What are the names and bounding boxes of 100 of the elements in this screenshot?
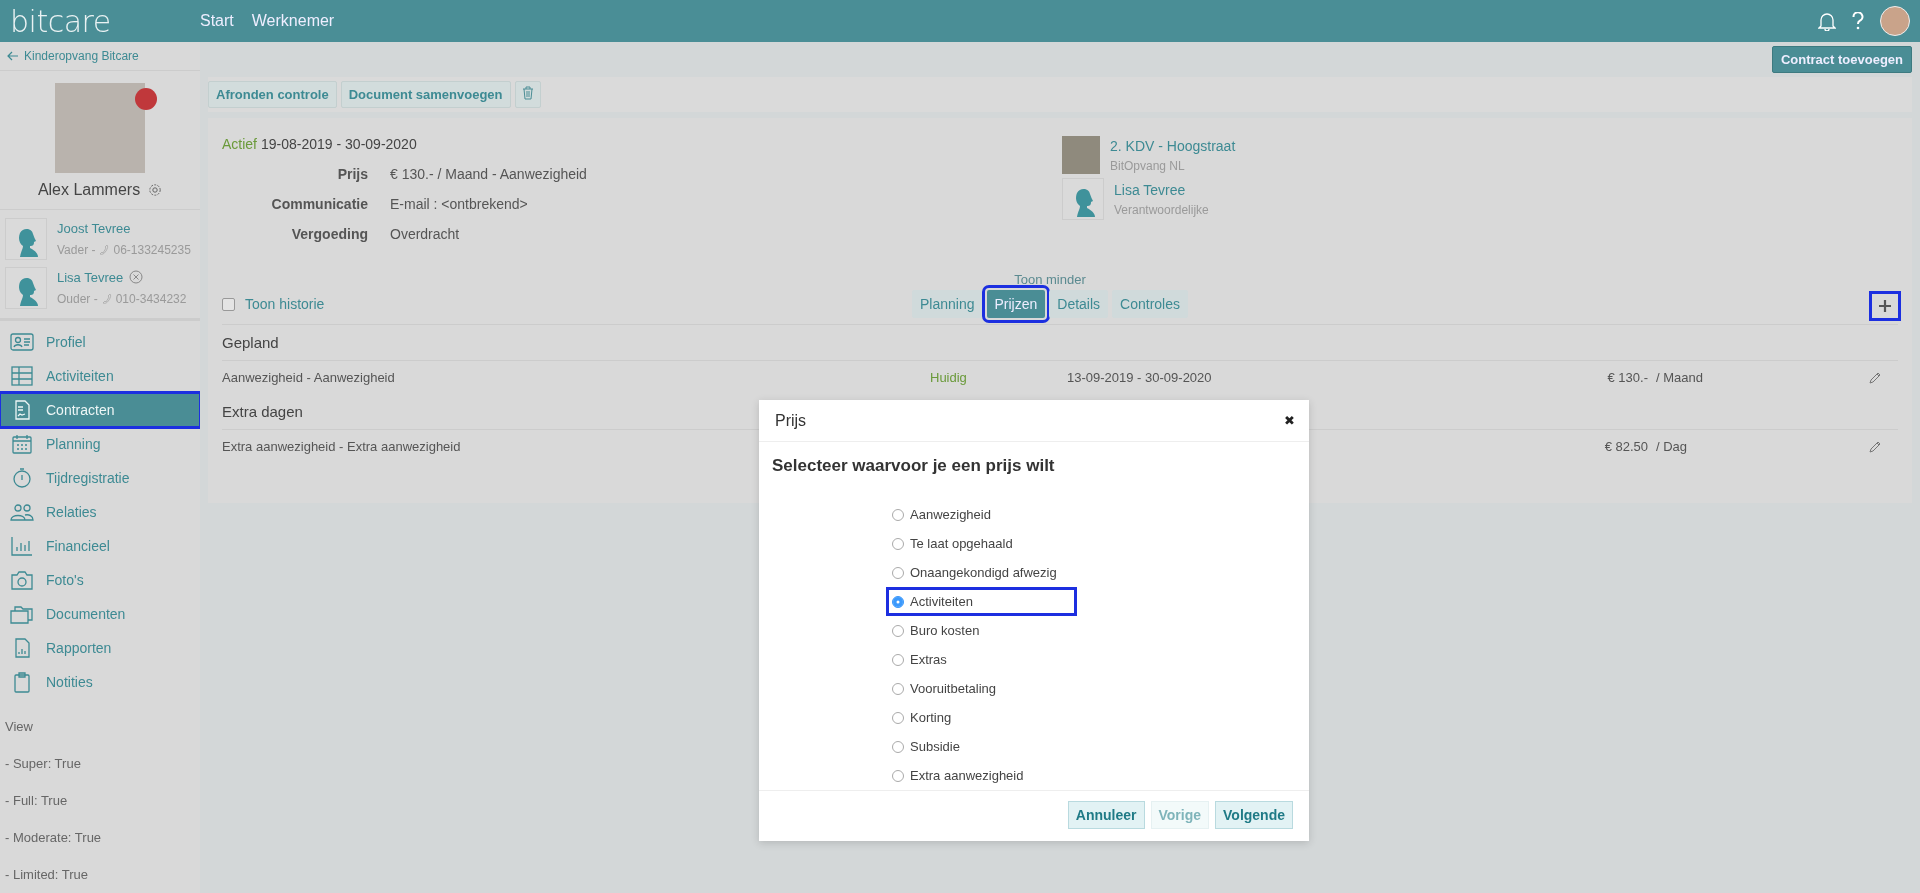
person-silhouette-icon: [1062, 178, 1104, 220]
dialog-heading: Selecteer waarvoor je een prijs wilt: [771, 455, 1056, 477]
history-label[interactable]: Toon historie: [245, 296, 325, 312]
tab[interactable]: Controles: [1112, 290, 1188, 318]
tab[interactable]: Details: [1049, 290, 1109, 318]
sidebar-item[interactable]: Relaties: [0, 495, 200, 529]
permission-line: - Moderate: True: [5, 830, 103, 847]
radio-option[interactable]: Extra aanwezigheid: [886, 761, 1077, 790]
dialog-button[interactable]: Annuleer: [1067, 801, 1145, 829]
radio-option[interactable]: Subsidie: [886, 732, 1077, 761]
permission-line: - Full: True: [5, 793, 69, 810]
show-less-link[interactable]: Toon minder: [1014, 272, 1086, 287]
price-period: 13-09-2019 - 30-09-2020: [1067, 370, 1212, 385]
sidebar-item[interactable]: Notities: [0, 665, 200, 699]
sidebar-item[interactable]: Planning: [0, 427, 200, 461]
field-label: Vergoeding: [290, 226, 368, 242]
bell-icon[interactable]: [1818, 11, 1836, 31]
radio-option[interactable]: Aanwezigheid: [886, 500, 1077, 529]
calendar-icon: [10, 433, 34, 455]
section-title: Gepland: [222, 325, 1898, 361]
add-button[interactable]: [1872, 294, 1898, 318]
price-unit: / Dag: [1655, 439, 1689, 454]
organisation-name: BitOpvang NL: [1110, 158, 1186, 173]
sidebar-item[interactable]: Tijdregistratie: [0, 461, 200, 495]
toolbar-button[interactable]: Document samenvoegen: [340, 81, 511, 108]
field-value: Overdracht: [390, 226, 461, 242]
contact-role: Verantwoordelijke: [1114, 202, 1209, 217]
profile-card-icon: [10, 331, 34, 353]
camera-icon: [10, 569, 34, 591]
contract-period: 19-08-2019 - 30-09-2020: [261, 136, 417, 152]
stopwatch-icon: [10, 467, 34, 489]
permission-line: - Limited: True: [5, 867, 90, 884]
bar-chart-icon: [10, 535, 34, 557]
sidebar-item[interactable]: Foto's: [0, 563, 200, 597]
phone-icon: [99, 244, 110, 255]
phone-number: 06-133245235: [113, 242, 191, 257]
remove-icon[interactable]: [129, 270, 144, 284]
sidebar-item[interactable]: Documenten: [0, 597, 200, 631]
relation-role: Ouder -: [57, 291, 98, 306]
back-link[interactable]: Kinderopvang Bitcare: [0, 42, 200, 71]
pencil-icon[interactable]: [1868, 370, 1882, 385]
plus-icon: [1878, 299, 1892, 313]
table-icon: [10, 365, 34, 387]
photo-placeholder: [1062, 136, 1100, 174]
tab[interactable]: Planning: [912, 290, 983, 318]
contract-status: Actief: [222, 136, 257, 152]
sidebar-item[interactable]: Rapporten: [0, 631, 200, 665]
people-icon: [10, 501, 34, 523]
price-unit: / Maand: [1655, 370, 1704, 385]
price-status: Huidig: [930, 370, 967, 385]
price-name: Extra aanwezigheid - Extra aanwezigheid: [222, 439, 462, 454]
child-name: Alex Lammers: [37, 181, 141, 199]
radio-option[interactable]: Activiteiten: [886, 587, 1077, 616]
view-title: View: [5, 719, 34, 736]
delete-button[interactable]: [514, 81, 541, 108]
price-amount: € 82.50: [1603, 439, 1648, 454]
user-avatar[interactable]: [1880, 6, 1910, 36]
nav-link[interactable]: Start: [200, 12, 234, 30]
trash-icon: [521, 86, 534, 100]
sidebar-item[interactable]: Contracten: [0, 393, 200, 427]
phone-icon: [101, 293, 112, 304]
settings-icon[interactable]: [148, 183, 163, 197]
sidebar-item[interactable]: Activiteiten: [0, 359, 200, 393]
radio-option[interactable]: Onaangekondigd afwezig: [886, 558, 1077, 587]
person-silhouette-icon: [5, 266, 47, 309]
field-value: E-mail : <ontbrekend>: [390, 196, 529, 212]
price-amount: € 130.-: [1606, 370, 1648, 385]
close-button[interactable]: ✖: [1282, 411, 1297, 430]
sidebar-item[interactable]: Profiel: [0, 325, 200, 359]
arrow-left-icon: [7, 51, 19, 61]
radio-option[interactable]: Extras: [886, 645, 1077, 674]
nav-link[interactable]: Werknemer: [251, 12, 335, 30]
folder-icon: [10, 603, 34, 625]
relation-name[interactable]: Joost Tevree: [57, 220, 131, 236]
price-name: Aanwezigheid - Aanwezigheid: [222, 370, 396, 385]
sidebar-item[interactable]: Financieel: [0, 529, 200, 563]
person-silhouette-icon: [5, 217, 47, 260]
pencil-icon[interactable]: [1868, 439, 1882, 454]
relation-role: Vader -: [57, 242, 96, 257]
logo[interactable]: bitcare: [10, 3, 200, 39]
help-icon[interactable]: [1852, 12, 1864, 30]
checkbox[interactable]: [222, 297, 235, 311]
dialog-button[interactable]: Volgende: [1215, 801, 1293, 829]
field-label: Communicatie: [270, 196, 368, 212]
permission-line: - Super: True: [5, 756, 82, 773]
radio-option[interactable]: Vooruitbetaling: [886, 674, 1077, 703]
dialog-title: Prijs: [775, 411, 807, 430]
radio-option[interactable]: Korting: [886, 703, 1077, 732]
radio-option[interactable]: Te laat opgehaald: [886, 529, 1077, 558]
toolbar-button[interactable]: Afronden controle: [208, 81, 337, 108]
radio-option[interactable]: Buro kosten: [886, 616, 1077, 645]
location-name[interactable]: 2. KDV - Hoogstraat: [1110, 137, 1236, 154]
field-value: € 130.- / Maand - Aanwezigheid: [390, 166, 588, 182]
contact-name[interactable]: Lisa Tevree: [1114, 181, 1186, 198]
phone-number: 010-3434232: [115, 291, 187, 306]
field-label: Prijs: [336, 166, 368, 182]
add-contract-button[interactable]: Contract toevoegen: [1771, 46, 1912, 73]
relation-name[interactable]: Lisa Tevree: [57, 269, 124, 285]
status-dot: [135, 88, 157, 110]
radio-button[interactable]: [892, 595, 904, 608]
